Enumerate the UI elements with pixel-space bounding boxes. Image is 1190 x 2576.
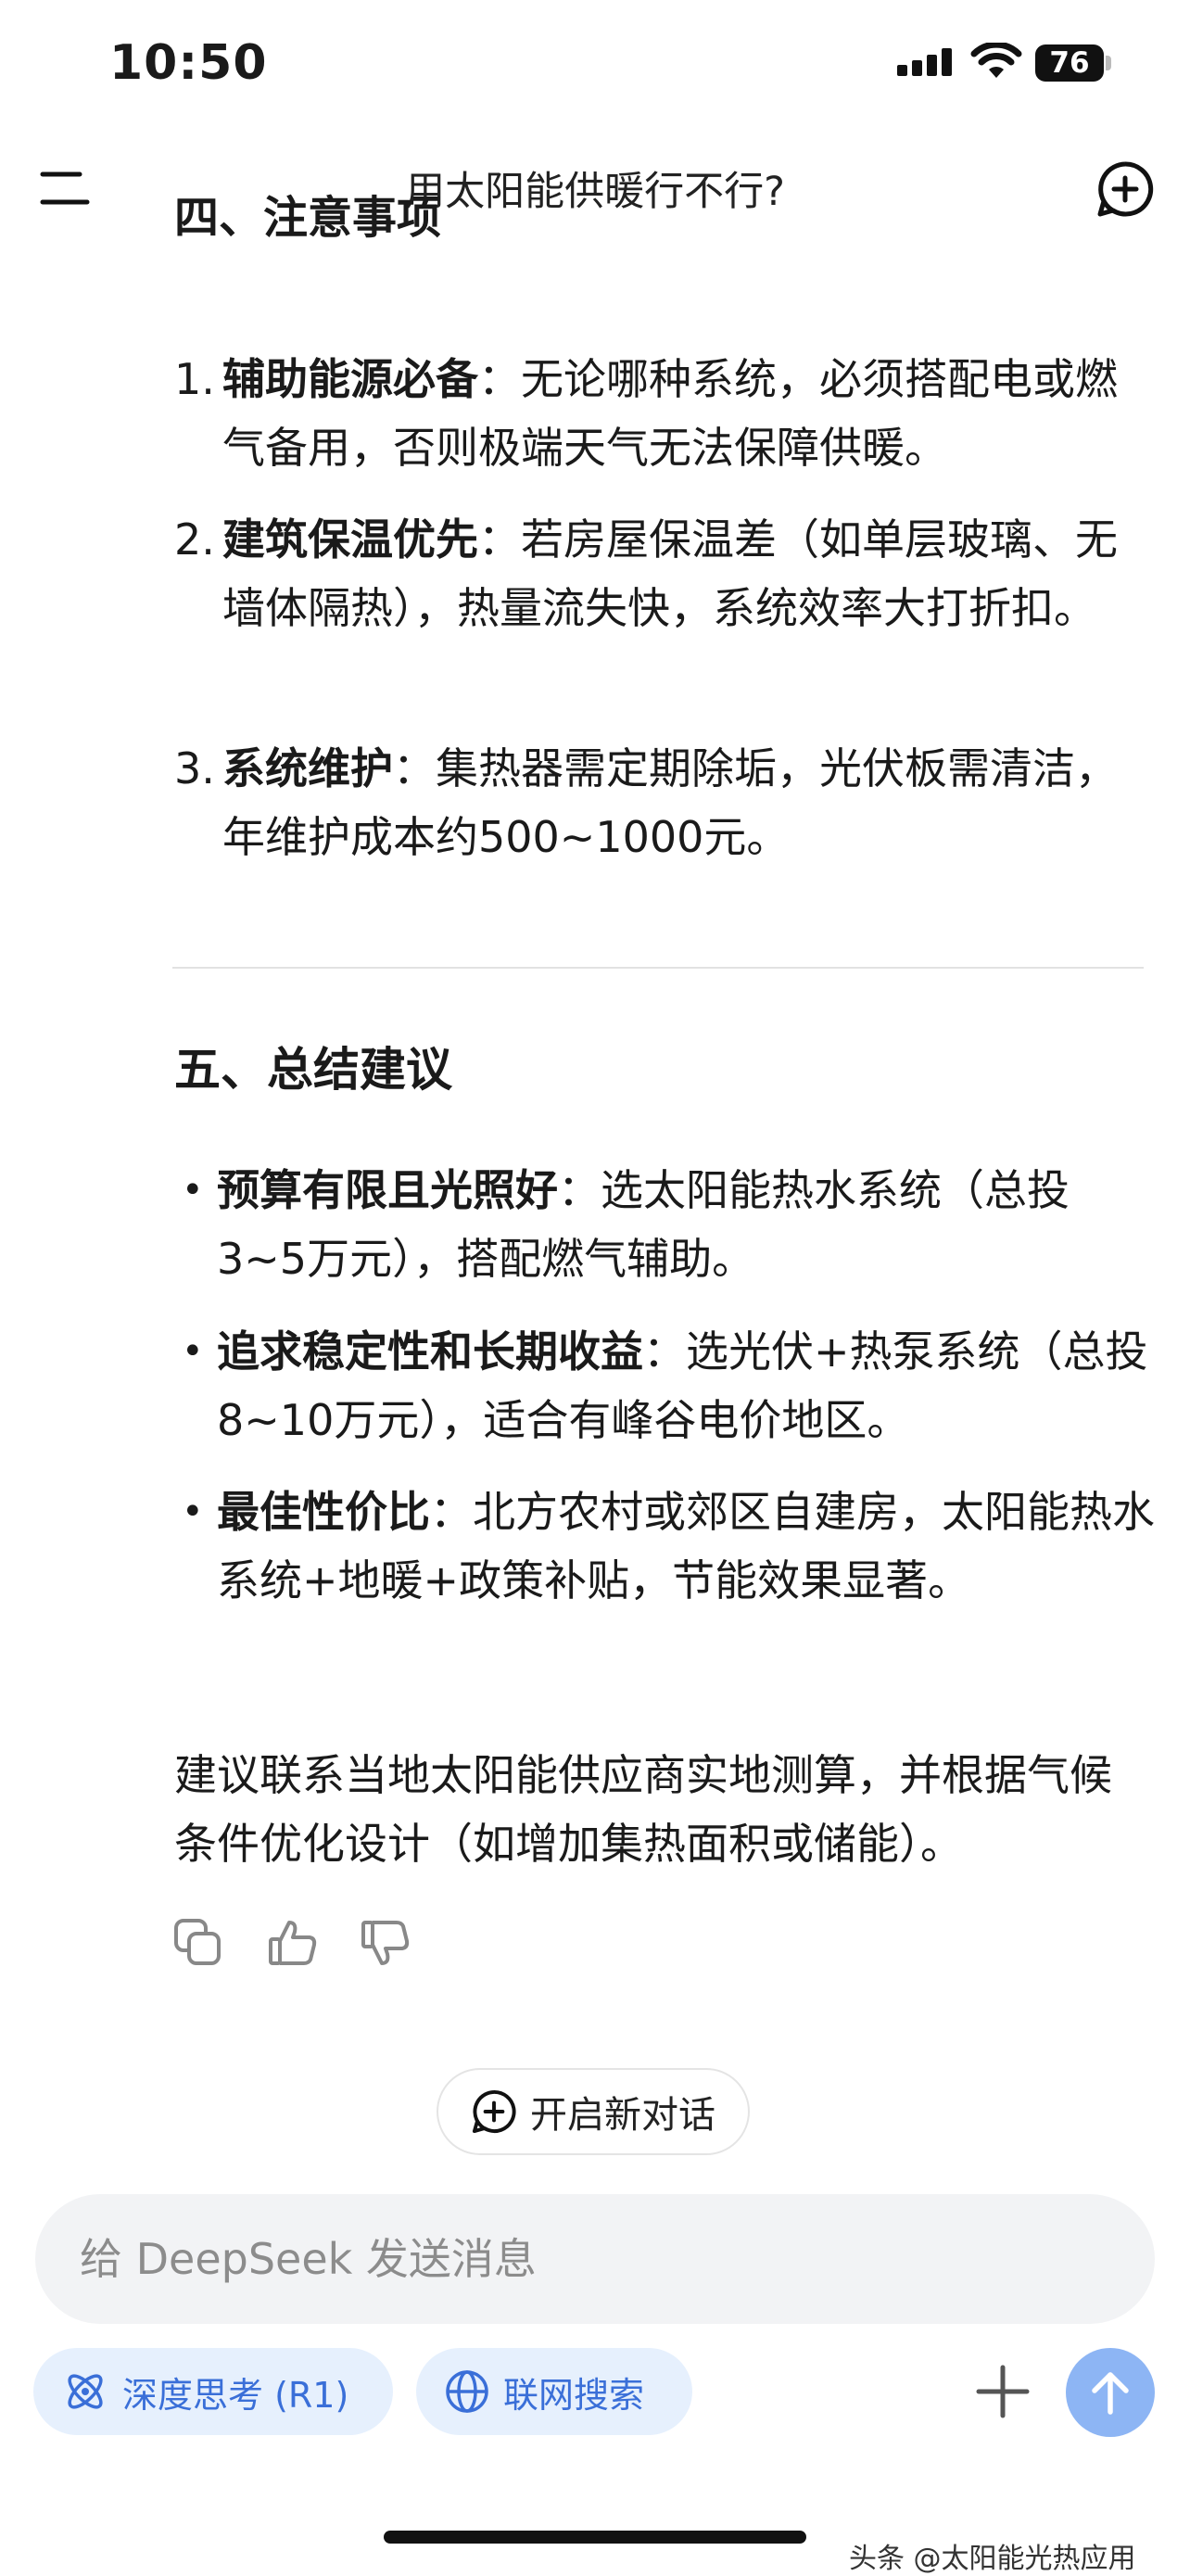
list-item: 2. 建筑保温优先：若房屋保温差（如单层玻璃、无墙体隔热），热量流失快，系统效率…	[174, 505, 1157, 642]
list-item-title: 辅助能源必备	[222, 354, 478, 404]
list-item-title: 建筑保温优先	[222, 514, 478, 565]
chat-plus-icon	[1097, 161, 1154, 217]
web-search-label: 联网搜索	[503, 2374, 645, 2416]
atom-icon	[68, 2374, 103, 2409]
deep-think-toggle[interactable]: 深度思考 (R1)	[33, 2348, 393, 2435]
status-time: 10:50	[109, 35, 268, 91]
list-item-title: 最佳性价比	[217, 1487, 430, 1537]
battery-indicator: 76	[1035, 44, 1104, 82]
bullet: •	[182, 1491, 204, 1533]
bullet: •	[182, 1330, 204, 1373]
chat-plus-icon	[472, 2089, 516, 2134]
dislike-button[interactable]	[360, 1917, 417, 1974]
globe-icon	[446, 2370, 488, 2413]
deep-think-label: 深度思考 (R1)	[122, 2374, 349, 2416]
copy-button[interactable]	[172, 1917, 230, 1974]
list-number: 2.	[174, 514, 215, 565]
battery-tip	[1106, 56, 1111, 70]
home-indicator[interactable]	[384, 2531, 806, 2544]
arrow-up-icon	[1092, 2372, 1129, 2415]
new-conversation-label: 开启新对话	[530, 2094, 715, 2137]
new-chat-icon-button[interactable]	[1095, 159, 1155, 219]
closing-paragraph: 建议联系当地太阳能供应商实地测算，并根据气候条件优化设计（如增加集热面积或储能）…	[174, 1750, 1112, 1869]
like-button[interactable]	[267, 1917, 324, 1974]
list-number: 1.	[174, 354, 215, 404]
list-item-title: 追求稳定性和长期收益	[217, 1326, 643, 1377]
thumbs-down-icon	[361, 1921, 410, 1965]
list-item: • 最佳性价比：北方农村或郊区自建房，太阳能热水系统+地暖+政策补贴，节能效果显…	[174, 1478, 1157, 1615]
list-number: 3.	[174, 743, 215, 793]
list-item-title: 系统维护	[222, 743, 393, 793]
web-search-toggle[interactable]: 联网搜索	[416, 2348, 692, 2435]
section-heading: 五、总结建议	[174, 1043, 452, 1097]
list-item: 3. 系统维护：集热器需定期除垢，光伏板需清洁，年维护成本约500~1000元。	[174, 734, 1157, 871]
section-heading: 四、注意事项	[174, 192, 442, 243]
divider	[172, 967, 1144, 969]
copy-icon	[174, 1919, 221, 1965]
wifi-icon	[970, 41, 1022, 83]
list-item-title: 预算有限且光照好	[217, 1165, 558, 1215]
list-item: 1. 辅助能源必备：无论哪种系统，必须搭配电或燃气备用，否则极端天气无法保障供暖…	[174, 345, 1157, 482]
send-button[interactable]	[1066, 2348, 1155, 2437]
bullet: •	[182, 1169, 204, 1212]
cellular-signal-icon	[897, 48, 958, 80]
message-input[interactable]	[35, 2194, 1155, 2324]
thumbs-up-icon	[269, 1921, 317, 1965]
watermark: 头条 @太阳能光热应用	[849, 2543, 1136, 2575]
list-item: • 追求稳定性和长期收益：选光伏+热泵系统（总投8~10万元），适合有峰谷电价地…	[174, 1317, 1157, 1454]
new-conversation-button[interactable]: 开启新对话	[437, 2068, 750, 2155]
attach-button[interactable]	[966, 2354, 1040, 2429]
plus-icon	[976, 2365, 1030, 2418]
list-item: • 预算有限且光照好：选太阳能热水系统（总投3~5万元），搭配燃气辅助。	[174, 1156, 1157, 1293]
